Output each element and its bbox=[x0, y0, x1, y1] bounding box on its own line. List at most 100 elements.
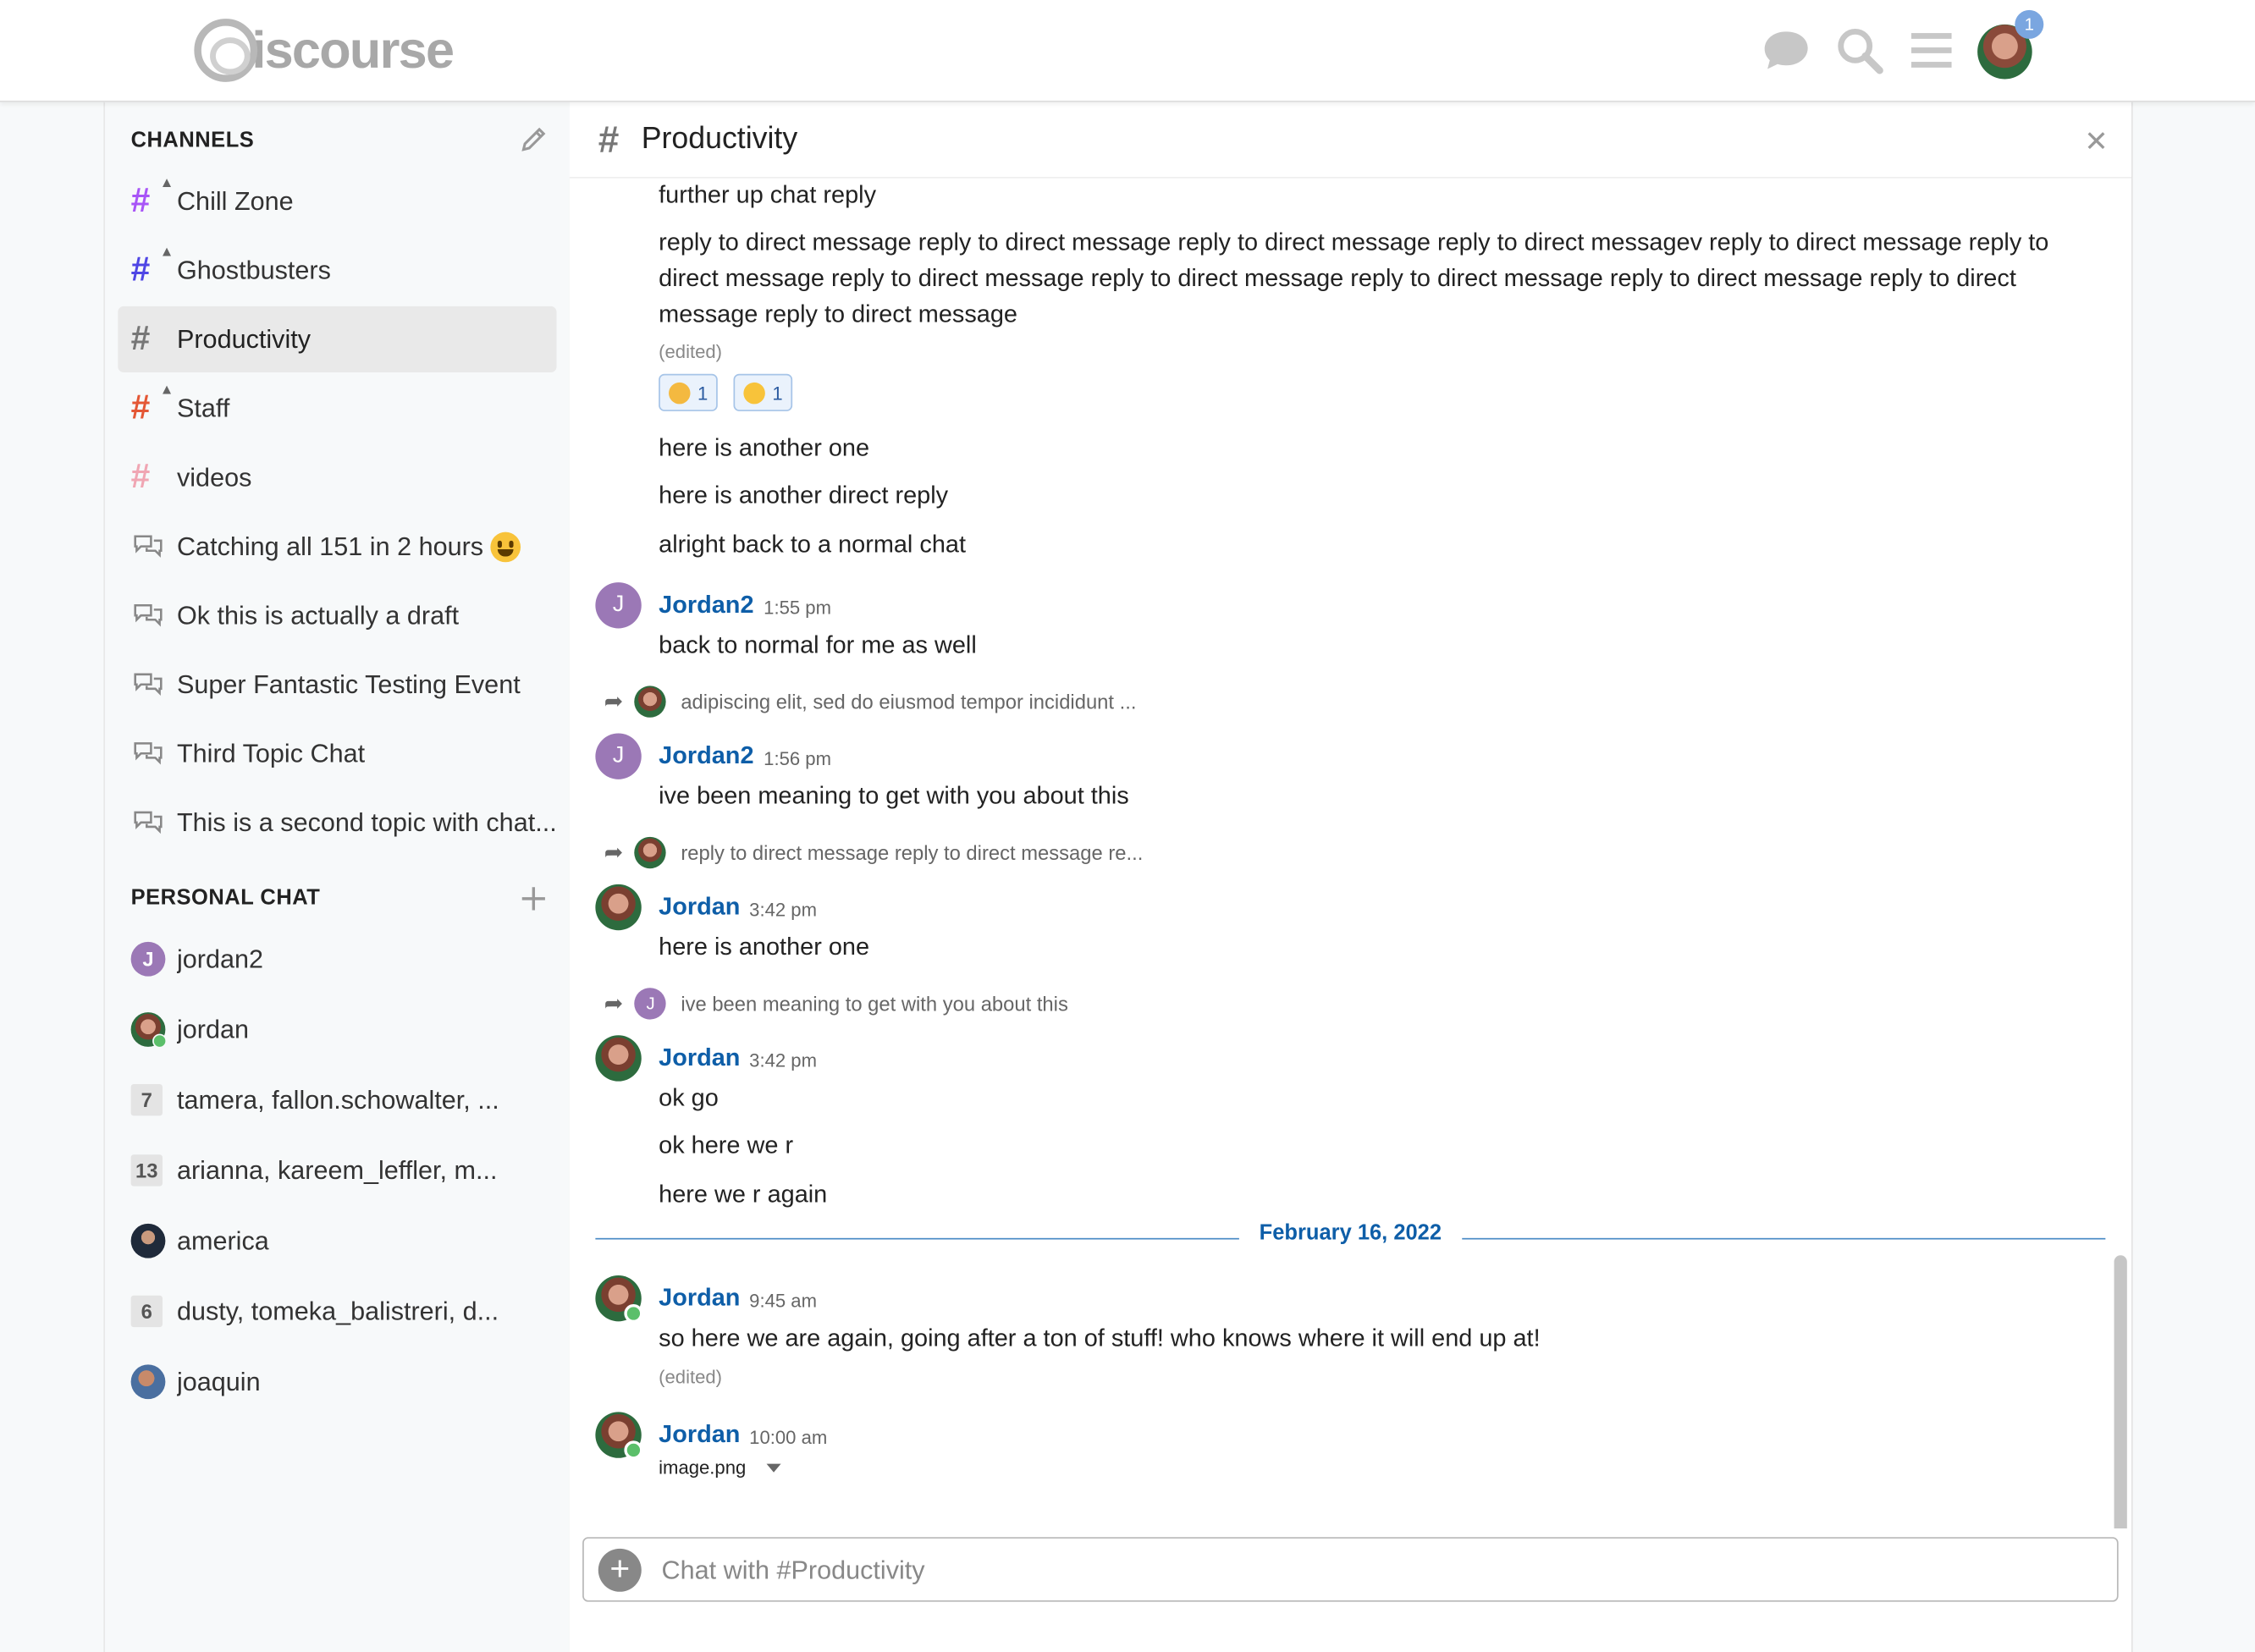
avatar[interactable] bbox=[595, 884, 642, 931]
sidebar-item-videos[interactable]: # videos bbox=[118, 444, 556, 510]
edit-channels-pencil-icon[interactable] bbox=[518, 124, 549, 155]
sidebar-item-topic-second[interactable]: This is a second topic with chat... bbox=[118, 790, 557, 856]
avatar: J bbox=[634, 988, 667, 1020]
channel-label: Third Topic Chat bbox=[176, 738, 366, 768]
hash-icon: # ▲ bbox=[130, 382, 174, 427]
grinning-emoji-icon bbox=[490, 531, 521, 562]
dm-label: arianna, kareem_leffler, m... bbox=[176, 1155, 498, 1185]
chat-bubbles-icon bbox=[131, 601, 177, 630]
logo-text: iscourse bbox=[251, 19, 455, 80]
username[interactable]: Jordan2 bbox=[659, 591, 753, 620]
timestamp[interactable]: 1:56 pm bbox=[764, 747, 831, 768]
username[interactable]: Jordan bbox=[659, 1044, 740, 1072]
chat-icon[interactable] bbox=[1762, 26, 1811, 75]
sidebar-item-chill-zone[interactable]: # ▲ Chill Zone bbox=[118, 168, 556, 234]
channel-label: Productivity bbox=[176, 324, 312, 354]
chat-composer: + bbox=[582, 1537, 2119, 1602]
avatar bbox=[130, 1364, 166, 1400]
hash-icon: # bbox=[130, 457, 151, 497]
reply-arrow-icon: ➦ bbox=[604, 992, 624, 1017]
channel-label: videos bbox=[176, 462, 252, 492]
timestamp[interactable]: 1:55 pm bbox=[764, 597, 831, 618]
username[interactable]: Jordan bbox=[659, 1421, 740, 1450]
timestamp[interactable]: 9:45 am bbox=[749, 1290, 817, 1311]
caret-down-icon bbox=[766, 1462, 781, 1472]
reply-text: reply to direct message reply to direct … bbox=[681, 840, 1144, 865]
attachment-toggle[interactable]: image.png bbox=[659, 1457, 781, 1479]
reply-preview[interactable]: ➦ reply to direct message reply to direc… bbox=[604, 835, 1144, 870]
avatar-wrap bbox=[130, 1012, 177, 1049]
hash-icon: # ▲ bbox=[130, 175, 174, 220]
avatar[interactable]: J bbox=[595, 733, 642, 779]
scrollbar[interactable] bbox=[2114, 1255, 2127, 1529]
avatar-wrap bbox=[130, 1364, 177, 1400]
channel-label: Catching all 151 in 2 hours bbox=[176, 531, 484, 560]
sidebar-item-dm-group-6[interactable]: 6 dusty, tomeka_balistreri, d... bbox=[118, 1278, 556, 1344]
chat-bubbles-icon bbox=[131, 670, 177, 699]
reply-text: adipiscing elit, sed do eiusmod tempor i… bbox=[681, 690, 1137, 713]
avatar[interactable] bbox=[595, 1035, 642, 1082]
chat-sidebar: CHANNELS # ▲ Chill Zone # ▲ Ghostbusters #… bbox=[103, 102, 571, 1652]
chat-main: # Productivity ✕ further up chat reply r… bbox=[569, 102, 2133, 1652]
hash-icon: # bbox=[598, 118, 620, 162]
date-separator-label: February 16, 2022 bbox=[1238, 1220, 1462, 1246]
chat-input[interactable] bbox=[659, 1547, 2074, 1594]
avatar[interactable] bbox=[595, 1275, 643, 1324]
reply-preview[interactable]: ➦ J ive been meaning to get with you abo… bbox=[604, 987, 1068, 1021]
top-header: iscourse 1 bbox=[0, 0, 2255, 102]
channel-title[interactable]: Productivity bbox=[642, 122, 797, 157]
channel-label: Ghostbusters bbox=[176, 255, 331, 284]
sidebar-item-dm-group-7[interactable]: 7 tamera, fallon.schowalter, ... bbox=[118, 1067, 556, 1133]
username[interactable]: Jordan2 bbox=[659, 742, 753, 771]
discourse-logo[interactable]: iscourse bbox=[194, 14, 455, 86]
sidebar-item-dm-jordan2[interactable]: J jordan2 bbox=[118, 926, 556, 992]
dm-label: jordan bbox=[176, 1014, 250, 1044]
timestamp[interactable]: 3:42 pm bbox=[749, 1049, 817, 1071]
smiley-emoji-icon bbox=[743, 382, 765, 404]
avatar-wrap: 13 bbox=[130, 1154, 177, 1187]
channel-header: # Productivity ✕ bbox=[569, 102, 2131, 179]
sidebar-item-topic-third[interactable]: Third Topic Chat bbox=[118, 720, 556, 786]
sidebar-item-dm-group-13[interactable]: 13 arianna, kareem_leffler, m... bbox=[118, 1137, 556, 1203]
online-indicator bbox=[152, 1033, 168, 1049]
hamburger-menu-icon[interactable] bbox=[1907, 26, 1956, 75]
chat-bubbles-icon bbox=[131, 808, 177, 837]
message-text: here we r again bbox=[659, 1180, 828, 1209]
add-attachment-plus-icon[interactable]: + bbox=[598, 1548, 642, 1592]
avatar-wrap: 6 bbox=[130, 1295, 177, 1328]
sidebar-item-productivity[interactable]: # Productivity bbox=[118, 306, 557, 373]
reaction-pill[interactable]: 1 bbox=[659, 373, 719, 411]
timestamp[interactable]: 3:42 pm bbox=[749, 899, 817, 920]
message-text: ive been meaning to get with you about t… bbox=[659, 782, 1129, 810]
notification-badge[interactable]: 1 bbox=[2015, 9, 2044, 39]
member-count-badge: 13 bbox=[130, 1154, 163, 1187]
sidebar-item-dm-jordan[interactable]: jordan bbox=[118, 996, 556, 1062]
username[interactable]: Jordan bbox=[659, 1284, 740, 1313]
sidebar-item-dm-joaquin[interactable]: joaquin bbox=[118, 1349, 556, 1415]
online-indicator bbox=[624, 1303, 643, 1324]
sidebar-item-ghostbusters[interactable]: # ▲ Ghostbusters bbox=[118, 237, 556, 303]
dm-label: joaquin bbox=[176, 1366, 261, 1396]
avatar[interactable]: J bbox=[595, 582, 642, 629]
sidebar-item-topic-catching-all[interactable]: Catching all 151 in 2 hours bbox=[118, 514, 556, 580]
avatar[interactable] bbox=[595, 1412, 643, 1460]
channel-label: Ok this is actually a draft bbox=[176, 600, 460, 630]
attachment-filename: image.png bbox=[659, 1457, 747, 1479]
reaction-pill[interactable]: 1 bbox=[733, 373, 793, 411]
sidebar-item-dm-america[interactable]: america bbox=[118, 1208, 556, 1274]
timestamp[interactable]: 10:00 am bbox=[749, 1426, 827, 1447]
avatar-wrap: J bbox=[130, 941, 177, 977]
sidebar-item-staff[interactable]: # ▲ Staff bbox=[118, 375, 556, 441]
sidebar-item-topic-draft[interactable]: Ok this is actually a draft bbox=[118, 582, 556, 648]
channel-label: This is a second topic with chat... bbox=[176, 807, 557, 836]
add-personal-chat-plus-icon[interactable] bbox=[518, 883, 549, 914]
sidebar-item-topic-testing-event[interactable]: Super Fantastic Testing Event bbox=[118, 652, 556, 718]
reply-preview[interactable]: ➦ adipiscing elit, sed do eiusmod tempor… bbox=[604, 685, 1137, 719]
username[interactable]: Jordan bbox=[659, 893, 740, 922]
search-icon[interactable] bbox=[1835, 26, 1884, 75]
message-text: alright back to a normal chat bbox=[659, 530, 966, 559]
reply-arrow-icon: ➦ bbox=[604, 840, 624, 866]
close-icon[interactable]: ✕ bbox=[2084, 124, 2108, 159]
lock-icon: ▲ bbox=[159, 175, 174, 191]
message-text: here is another one bbox=[659, 933, 870, 961]
